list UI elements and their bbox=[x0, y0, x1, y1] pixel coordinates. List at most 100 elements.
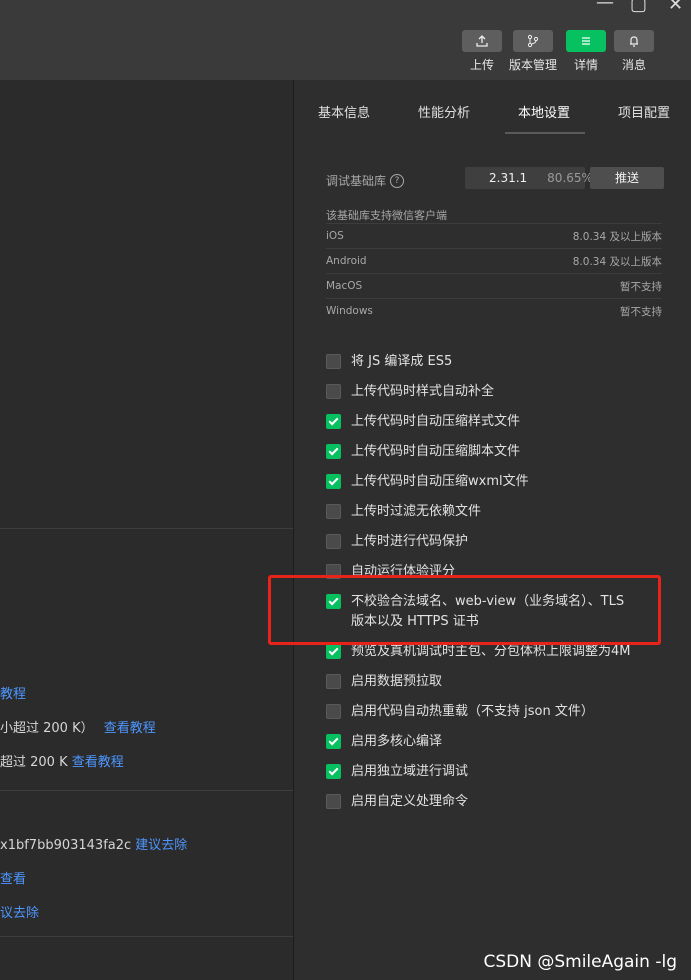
view-link[interactable]: 查看 bbox=[0, 872, 26, 887]
option-style-autocomplete[interactable]: 上传代码时样式自动补全 bbox=[326, 382, 494, 402]
option-label: 上传时进行代码保护 bbox=[351, 534, 469, 549]
sdk-label-text: 调试基础库 bbox=[326, 174, 387, 188]
option-minify-style[interactable]: 上传代码时自动压缩样式文件 bbox=[326, 412, 520, 432]
tab-performance[interactable]: 性能分析 bbox=[418, 102, 470, 121]
remove-suggestion-link[interactable]: 建议去除 bbox=[135, 838, 187, 853]
size-hint: 小超过 200 K） bbox=[0, 721, 94, 736]
tutorial-link[interactable]: 教程 bbox=[0, 687, 26, 702]
sdk-label: 调试基础库 ? bbox=[326, 172, 405, 189]
divider bbox=[0, 528, 293, 529]
sdk-version: 2.31.1 bbox=[489, 171, 528, 185]
checkbox[interactable] bbox=[326, 644, 341, 659]
version-manage-label: 版本管理 bbox=[509, 58, 558, 72]
messages-button[interactable]: 消息 bbox=[614, 30, 654, 73]
watermark: CSDN @SmileAgain -lg bbox=[483, 952, 677, 972]
platform-requirement: 暂不支持 bbox=[620, 280, 662, 293]
checkbox[interactable] bbox=[326, 474, 341, 489]
sdk-percent: 80.65% bbox=[547, 171, 593, 185]
option-label: 上传时过滤无依赖文件 bbox=[351, 504, 482, 519]
highlight-box bbox=[268, 575, 661, 645]
menu-icon bbox=[566, 30, 606, 52]
checkbox[interactable] bbox=[326, 674, 341, 689]
branch-icon bbox=[513, 30, 553, 52]
help-icon[interactable]: ? bbox=[390, 173, 405, 188]
option-compile-es5[interactable]: 将 JS 编译成 ES5 bbox=[326, 352, 452, 372]
divider bbox=[0, 790, 293, 791]
tab-local-settings[interactable]: 本地设置 bbox=[518, 102, 570, 121]
version-manage-button[interactable]: 版本管理 bbox=[509, 30, 557, 73]
checkbox[interactable] bbox=[326, 504, 341, 519]
left-row: 查看 bbox=[0, 868, 26, 887]
checkbox[interactable] bbox=[326, 534, 341, 549]
tab-project-config[interactable]: 项目配置 bbox=[618, 102, 670, 121]
checkbox[interactable] bbox=[326, 704, 341, 719]
tutorial-link[interactable]: 查看教程 bbox=[104, 721, 156, 736]
option-isolated-debug[interactable]: 启用独立域进行调试 bbox=[326, 762, 468, 782]
top-toolbar: — ▢ ✕ 上传 版本管理 详情 消息 bbox=[0, 0, 691, 80]
option-label: 上传代码时样式自动补全 bbox=[351, 384, 495, 399]
tutorial-link[interactable]: 查看教程 bbox=[72, 755, 124, 770]
checkbox[interactable] bbox=[326, 384, 341, 399]
sdk-version-select[interactable]: 2.31.1 80.65% bbox=[465, 167, 593, 189]
option-filter-unused[interactable]: 上传时过滤无依赖文件 bbox=[326, 502, 481, 522]
option-minify-script[interactable]: 上传代码时自动压缩脚本文件 bbox=[326, 442, 520, 462]
left-row: 教程 bbox=[0, 683, 26, 702]
close-icon[interactable]: ✕ bbox=[668, 0, 683, 15]
tab-basic-info[interactable]: 基本信息 bbox=[318, 102, 370, 121]
option-size-limit-4m[interactable]: 预览及真机调试时主包、分包体积上限调整为4M bbox=[326, 642, 631, 662]
details-button[interactable]: 详情 bbox=[566, 30, 606, 73]
option-label: 启用数据预拉取 bbox=[351, 674, 443, 689]
push-button[interactable]: 推送 bbox=[590, 167, 664, 189]
option-label: 启用自定义处理命令 bbox=[351, 794, 469, 809]
maximize-icon[interactable]: ▢ bbox=[630, 0, 647, 15]
support-row: MacOS 暂不支持 bbox=[326, 273, 662, 298]
option-label: 预览及真机调试时主包、分包体积上限调整为4M bbox=[351, 644, 631, 659]
details-label: 详情 bbox=[573, 58, 598, 72]
option-label: 上传代码时自动压缩wxml文件 bbox=[351, 474, 529, 489]
option-label: 上传代码时自动压缩脚本文件 bbox=[351, 444, 521, 459]
bell-icon bbox=[614, 30, 654, 52]
option-custom-command[interactable]: 启用自定义处理命令 bbox=[326, 792, 468, 812]
left-row: 小超过 200 K） 查看教程 bbox=[0, 717, 156, 736]
option-minify-wxml[interactable]: 上传代码时自动压缩wxml文件 bbox=[326, 472, 529, 492]
checkbox[interactable] bbox=[326, 414, 341, 429]
option-label: 启用代码自动热重载（不支持 json 文件） bbox=[351, 704, 594, 719]
checkbox[interactable] bbox=[326, 444, 341, 459]
left-row: 议去除 bbox=[0, 902, 39, 921]
size-hint: 超过 200 K bbox=[0, 755, 68, 770]
details-panel: 基本信息 性能分析 本地设置 项目配置 调试基础库 ? 2.31.1 80.65… bbox=[294, 80, 691, 980]
remove-suggestion-link[interactable]: 议去除 bbox=[0, 906, 39, 921]
divider bbox=[0, 936, 293, 937]
checkbox[interactable] bbox=[326, 764, 341, 779]
platform-name: iOS bbox=[326, 230, 344, 242]
left-row: 超过 200 K 查看教程 bbox=[0, 751, 124, 770]
checkbox[interactable] bbox=[326, 354, 341, 369]
minimize-icon[interactable]: — bbox=[596, 0, 614, 13]
option-label: 启用多核心编译 bbox=[351, 734, 443, 749]
upload-button[interactable]: 上传 bbox=[462, 30, 502, 73]
option-label: 将 JS 编译成 ES5 bbox=[351, 354, 453, 369]
upload-label: 上传 bbox=[469, 58, 494, 72]
platform-requirement: 8.0.34 及以上版本 bbox=[572, 255, 662, 268]
active-tab-indicator bbox=[505, 132, 585, 134]
platform-name: Android bbox=[326, 255, 367, 267]
option-code-protect[interactable]: 上传时进行代码保护 bbox=[326, 532, 468, 552]
support-row: Android 8.0.34 及以上版本 bbox=[326, 248, 662, 273]
appid-text: x1bf7bb903143fa2c bbox=[0, 838, 132, 853]
option-hot-reload[interactable]: 启用代码自动热重载（不支持 json 文件） bbox=[326, 702, 594, 722]
platform-name: Windows bbox=[326, 305, 373, 317]
support-row: Windows 暂不支持 bbox=[326, 298, 662, 323]
checkbox[interactable] bbox=[326, 734, 341, 749]
option-label: 上传代码时自动压缩样式文件 bbox=[351, 414, 521, 429]
support-row: iOS 8.0.34 及以上版本 bbox=[326, 223, 662, 248]
checkbox[interactable] bbox=[326, 794, 341, 809]
platform-requirement: 暂不支持 bbox=[620, 305, 662, 318]
upload-icon bbox=[462, 30, 502, 52]
platform-requirement: 8.0.34 及以上版本 bbox=[572, 230, 662, 243]
platform-name: MacOS bbox=[326, 280, 363, 292]
messages-label: 消息 bbox=[621, 58, 646, 72]
left-row: x1bf7bb903143fa2c 建议去除 bbox=[0, 834, 187, 853]
option-label: 启用独立域进行调试 bbox=[351, 764, 469, 779]
option-multicore-compile[interactable]: 启用多核心编译 bbox=[326, 732, 442, 752]
option-prefetch[interactable]: 启用数据预拉取 bbox=[326, 672, 442, 692]
